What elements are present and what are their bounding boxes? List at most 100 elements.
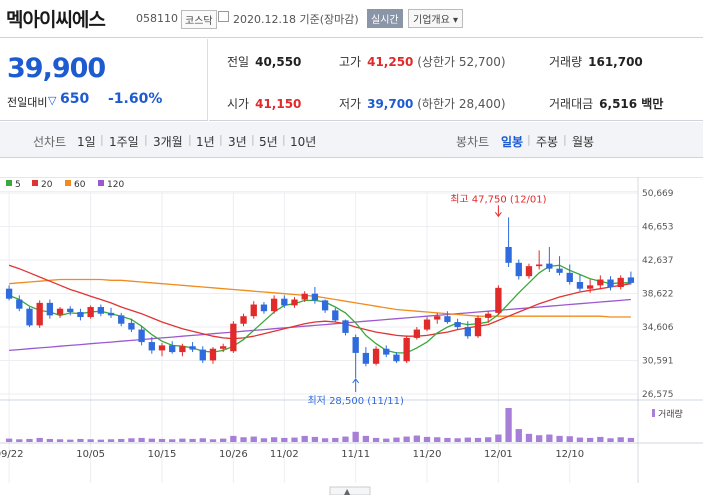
volume-bar	[372, 437, 380, 442]
volume-bar	[281, 437, 288, 442]
line-chart-label: 선차트	[33, 135, 67, 149]
high-annotation: 최고 47,750 (12/01)	[450, 193, 546, 205]
candle-body	[607, 279, 614, 288]
prev-close-value: 40,550	[255, 55, 302, 69]
candle-body	[311, 293, 319, 301]
candle-body	[474, 317, 482, 337]
volume-bar	[128, 438, 135, 442]
volume-bar	[240, 437, 247, 442]
chevron-up-icon: ▲	[344, 487, 351, 495]
legend-label: 20	[41, 180, 53, 190]
volume-bar	[148, 438, 155, 442]
legend-swatch	[6, 180, 12, 186]
candle-body	[5, 288, 13, 299]
volume-bar	[352, 431, 359, 442]
stock-header: 멕아이씨에스 058110 코스닥 2020.12.18 기준(장마감) 실시간…	[0, 0, 703, 38]
volume-bar	[199, 438, 206, 442]
volume-label: 거래량	[549, 55, 583, 69]
tab-10y[interactable]: 10년	[290, 133, 316, 150]
volume-legend-swatch	[652, 409, 655, 417]
tab-3m[interactable]: 3개월	[153, 133, 183, 150]
candle-body	[77, 312, 84, 318]
tab-separator: |	[100, 133, 104, 146]
upper-limit: (상한가 52,700)	[417, 55, 506, 69]
tab-daily[interactable]: 일봉	[501, 133, 523, 150]
candle-body	[209, 348, 217, 361]
candle-body	[56, 308, 64, 315]
tab-3y[interactable]: 3년	[228, 133, 247, 150]
grid-line	[0, 191, 638, 192]
candle-body	[128, 322, 135, 330]
volume-bar	[464, 437, 471, 442]
volume-bar	[597, 436, 604, 442]
date-axis: 09/22 10/05 10/15 10/26 11/02 11/11 11/20 12/01…	[0, 449, 584, 460]
candle-body	[362, 352, 370, 364]
candle-body	[393, 354, 400, 362]
tab-separator: |	[527, 133, 531, 146]
volume-bar	[87, 439, 94, 442]
candle-body	[107, 312, 115, 316]
stock-candle-chart: 5 20 60 120 50,669 46,653 42,637 38,622 34,606 3…	[0, 177, 703, 495]
volume-bar	[393, 437, 400, 442]
volume-bar	[617, 437, 624, 442]
candle-body	[169, 345, 176, 353]
volume-bar	[505, 408, 512, 442]
price-axis: 50,669 46,653 42,637 38,622 34,606 30,591 26,5…	[642, 189, 674, 400]
candle-body	[495, 287, 502, 313]
candle-body	[321, 300, 329, 311]
open-value: 41,150	[255, 97, 302, 111]
volume-bar	[46, 438, 54, 442]
candle-body	[576, 282, 584, 289]
realtime-button[interactable]: 실시간	[367, 9, 403, 28]
high-value: 41,250	[367, 55, 414, 69]
change-label: 전일대비	[7, 96, 48, 109]
legend-label: 5	[15, 180, 21, 190]
tab-monthly[interactable]: 월봉	[572, 133, 594, 150]
volume-bar	[118, 438, 125, 442]
volume-bars: 거래량	[5, 408, 683, 442]
volume-bar	[536, 435, 543, 442]
volume-bar	[107, 439, 115, 442]
candle-body	[87, 307, 94, 318]
date-tick-label: 12/10	[555, 449, 584, 460]
candle-body	[413, 329, 420, 338]
volume-bar	[454, 438, 461, 442]
legend-swatch	[98, 180, 104, 186]
volume-bar	[495, 434, 502, 442]
candle-body	[36, 302, 43, 326]
legend-swatch	[32, 180, 38, 186]
tab-5y[interactable]: 5년	[259, 133, 278, 150]
quote-stats: 전일 40,550 고가 41,250 (상한가 52,700) 거래량 161,70…	[209, 39, 703, 121]
tab-separator: |	[563, 133, 567, 146]
candle-body	[270, 298, 278, 312]
high-label: 고가	[339, 55, 362, 69]
candle-body	[597, 279, 604, 286]
ma20-line	[8, 264, 632, 340]
chart-legend: 5 20 60 120	[6, 180, 124, 190]
candle-body	[566, 272, 573, 283]
volume-bar	[342, 436, 349, 442]
candle-body	[199, 349, 206, 361]
candle-body	[464, 327, 471, 337]
volume-bar	[546, 434, 553, 442]
legend-swatch	[65, 180, 71, 186]
tab-1w[interactable]: 1주일	[109, 133, 139, 150]
candle-body	[403, 337, 410, 362]
volume-stat: 거래량 161,700	[549, 53, 643, 70]
volume-bar	[586, 437, 594, 442]
date-tick-label: 10/15	[148, 449, 177, 460]
candle-body	[617, 277, 624, 288]
volume-bar	[576, 437, 584, 442]
candle-body	[148, 342, 155, 351]
tab-1d[interactable]: 1일	[77, 133, 96, 150]
tab-1y[interactable]: 1년	[196, 133, 215, 150]
volume-bar	[301, 435, 308, 442]
tab-weekly[interactable]: 주봉	[536, 133, 558, 150]
volume-value: 161,700	[588, 55, 643, 69]
candle-body	[546, 263, 553, 269]
volume-bar	[627, 437, 635, 442]
candle-body	[454, 322, 461, 328]
low-label: 저가	[339, 97, 362, 111]
price-tick-label: 42,637	[642, 256, 674, 266]
company-info-dropdown[interactable]: 기업개요 ▾	[408, 9, 463, 28]
